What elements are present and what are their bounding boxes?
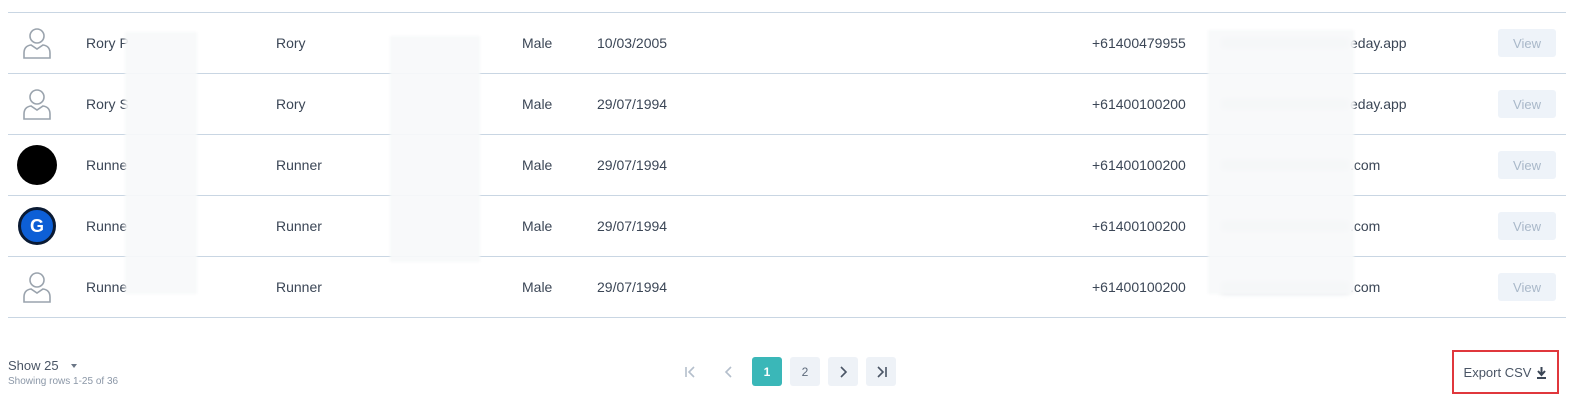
view-button[interactable]: View xyxy=(1498,151,1556,179)
phone-number: +61400100200 xyxy=(1092,96,1186,112)
member-name: Runne xyxy=(86,157,128,173)
member-name: Rory S xyxy=(86,96,129,112)
email-suffix: .com xyxy=(1350,279,1381,295)
showing-rows-text: Showing rows 1-25 of 36 xyxy=(8,376,119,387)
email-suffix: eday.app xyxy=(1350,35,1407,51)
next-page-button[interactable] xyxy=(828,357,858,386)
preferred-name: Runner xyxy=(276,218,322,234)
last-page-button[interactable] xyxy=(866,357,896,386)
redaction-overlay xyxy=(1208,30,1354,294)
date-of-birth: 29/07/1994 xyxy=(597,157,668,173)
view-button[interactable]: View xyxy=(1498,212,1556,240)
member-name: Rory P xyxy=(86,35,129,51)
phone-number: +61400479955 xyxy=(1092,35,1186,51)
user-outline-icon xyxy=(16,257,58,317)
preferred-name: Rory xyxy=(276,35,306,51)
email-suffix: .com xyxy=(1350,157,1381,173)
view-button[interactable]: View xyxy=(1498,90,1556,118)
date-of-birth: 29/07/1994 xyxy=(597,218,668,234)
redaction-overlay xyxy=(125,32,197,294)
date-of-birth: 29/07/1994 xyxy=(597,279,668,295)
preferred-name: Runner xyxy=(276,157,322,173)
email-suffix: eday.app xyxy=(1350,96,1407,112)
pagination: 1 2 xyxy=(676,357,896,386)
email-suffix: .com xyxy=(1350,218,1381,234)
phone-number: +61400100200 xyxy=(1092,218,1186,234)
user-outline-icon xyxy=(16,74,58,134)
avatar-letter: G xyxy=(29,215,44,236)
phone-number: +61400100200 xyxy=(1092,157,1186,173)
view-button[interactable]: View xyxy=(1498,29,1556,57)
prev-page-button[interactable] xyxy=(714,357,744,386)
members-table-page: Rory P Rory Male 10/03/2005 +61400479955… xyxy=(0,0,1586,408)
export-csv-label: Export CSV xyxy=(1463,364,1532,380)
user-outline-icon xyxy=(16,13,58,73)
first-page-icon xyxy=(685,365,695,378)
gender: Male xyxy=(522,96,553,112)
avatar: G xyxy=(16,196,58,256)
preferred-name: Rory xyxy=(276,96,306,112)
chevron-left-icon xyxy=(724,365,732,378)
avatar xyxy=(16,135,58,195)
chevron-right-icon xyxy=(840,365,848,378)
gender: Male xyxy=(522,279,553,295)
g-logo-avatar: G xyxy=(18,207,56,245)
gender: Male xyxy=(522,35,553,51)
page-size-label: Show 25 xyxy=(8,358,59,373)
page-size-select[interactable]: Show 25 xyxy=(8,358,77,373)
first-page-button[interactable] xyxy=(676,357,706,386)
page-button-2[interactable]: 2 xyxy=(790,357,820,386)
phone-number: +61400100200 xyxy=(1092,279,1186,295)
export-csv-button[interactable]: Export CSV xyxy=(1452,350,1559,394)
redaction-overlay xyxy=(390,36,480,262)
member-name: Runne xyxy=(86,279,128,295)
preferred-name: Runner xyxy=(276,279,322,295)
view-button[interactable]: View xyxy=(1498,273,1556,301)
gender: Male xyxy=(522,157,553,173)
black-circle-avatar xyxy=(17,145,57,185)
date-of-birth: 29/07/1994 xyxy=(597,96,668,112)
gender: Male xyxy=(522,218,553,234)
member-name: Runne xyxy=(86,218,128,234)
download-icon xyxy=(1537,366,1547,379)
chevron-down-icon xyxy=(70,363,77,368)
page-button-1[interactable]: 1 xyxy=(752,357,782,386)
last-page-icon xyxy=(877,365,887,378)
date-of-birth: 10/03/2005 xyxy=(597,35,668,51)
